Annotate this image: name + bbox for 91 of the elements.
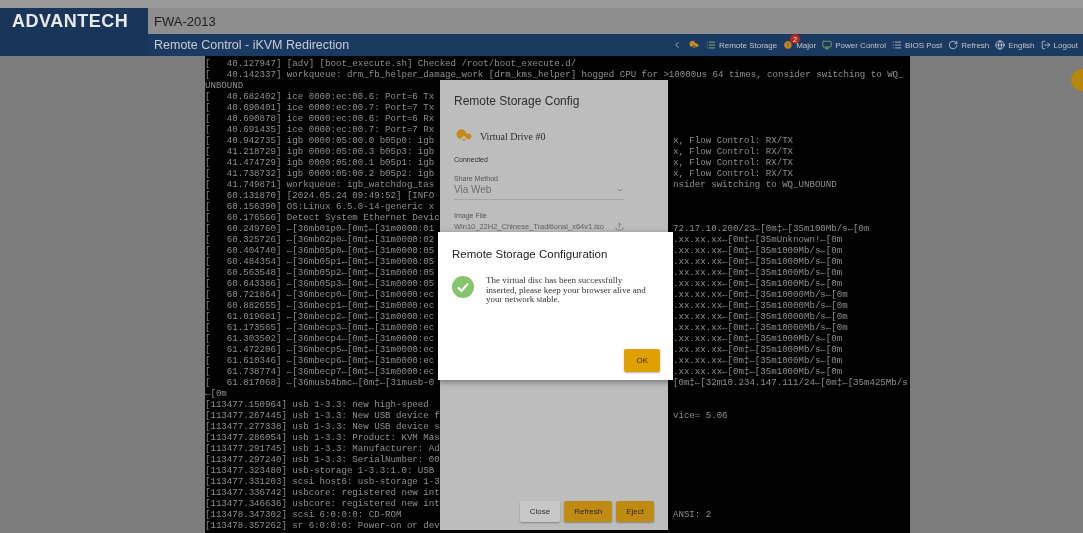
terminal-line: .xx.xx.xx←[0m‡←[35m1000Mb/s←[0m [673, 333, 844, 344]
terminal-line: 72.17.10.200/23←[0m‡←[35m100Mb/s←[0m [673, 223, 871, 234]
terminal-line: .xx.xx.xx←[0m‡←[35m1000Mb/s←[0m [673, 344, 844, 355]
terminal-line: [ 60.404740] ←[36mb05p0←[0m‡←[31m0000:05 [205, 245, 436, 256]
terminal-line: [113477.150964] usb 1-3.3: new high-speed [205, 399, 430, 410]
terminal-line: [ 60.131870] [2024.05.24 09:49:52] [INFO [205, 190, 436, 201]
globe-icon [995, 40, 1006, 50]
drive-name: Virtual Drive #0 [480, 130, 546, 142]
terminal-line: .xx.xx.xx←[0m‡←[35m1000Mb/s←[0m [673, 278, 844, 289]
terminal-line: ←[0m [205, 388, 228, 399]
terminal-line: vice= 5.06 [673, 410, 729, 421]
refresh-icon [948, 40, 959, 50]
terminal-line: [ 40.127947] [adv] [boot_execute.sh] Checked /root/boot_execute.d/ [205, 58, 578, 69]
alert-icon [783, 40, 794, 50]
terminal-line: [ 61.019681] ←[36mbecp2←[0m‡←[31m0000:ec [205, 311, 436, 322]
toolbar-item[interactable]: Power Control [819, 34, 889, 56]
terminal-line: .xx.xx.xx←[0m‡←[35m10000Mb/s←[0m [673, 322, 849, 333]
dialog-button[interactable]: Eject [616, 501, 654, 522]
toolbar-item[interactable]: Remote Storage [702, 34, 781, 56]
terminal-line: .xx.xx.xx←[0m‡←[35m10000Mb/s←[0m [673, 311, 849, 322]
terminal-line: .xx.xx.xx←[0m‡←[35m1000Mb/s←[0m [673, 355, 844, 366]
terminal-line: [113477.277338] usb 1-3.3: New USB device s [205, 421, 441, 432]
terminal-line: [ 40.690878] ice 0000:ec:00.6: Port=6 Rx [205, 113, 436, 124]
terminal-line: [ 61.817068] ←[36musb4bmc←[0m‡←[31musb-0 [205, 377, 436, 388]
terminal-line: .xx.xx.xx←[0m‡←[35m10000Mb/s←[0m [673, 300, 849, 311]
terminal-line: nsider switching to WQ_UNBOUND [673, 179, 838, 190]
terminal-line: [0m‡←[32m10.234.147.111/24←[0m‡←[35m425Mb/s [673, 377, 909, 388]
terminal-line: x, Flow Control: RX/TX [673, 168, 795, 179]
terminal-line: [113477.346636] usbcore: registered new int [205, 498, 441, 509]
terminal-line: [ 61.472206] ←[36mbecp5←[0m‡←[31m0000:ec [205, 344, 436, 355]
terminal-line: .xx.xx.xx←[0m‡←[35m1000Mb/s←[0m [673, 267, 844, 278]
terminal-line: [ 60.882655] ←[36mbecp1←[0m‡←[31m0000:ec [205, 300, 436, 311]
device-name: FWA-2013 [154, 13, 216, 29]
dialog-title: Remote Storage Config [454, 94, 581, 108]
terminal-line: [ 40.690401] ice 0000:ec:00.7: Port=7 Tx [205, 102, 436, 113]
toolbar-item[interactable]: English [992, 34, 1038, 56]
terminal-line: [ 40.682402] ice 0000:ec:00.6: Port=6 Tx [205, 91, 436, 102]
terminal-line: [ 61.303502] ←[36mbecp4←[0m‡←[31m0000:ec [205, 333, 436, 344]
terminal-line: .xx.xx.xx←[0m‡←[35m1000Mb/s←[0m [673, 366, 844, 377]
monitor-icon [822, 40, 833, 50]
terminal-line: x, Flow Control: RX/TX [673, 157, 795, 168]
list-icon [891, 40, 902, 50]
terminal-line: [113478.357262] sr 6:0:0:0: Power-on or dev [205, 520, 441, 531]
toolbar-item[interactable]: Logout [1037, 34, 1081, 56]
terminal-line: [113477.291745] usb 1-3.3: Manufacturer: Ad [205, 443, 441, 454]
terminal-line: [ 61.610346] ←[36mbecp6←[0m‡←[31m0000:ec [205, 355, 436, 366]
terminal-line: [113477.267445] usb 1-3.3: New USB device f [205, 410, 441, 421]
terminal-line: [ 41.749871] workqueue: igb_watchdog_tas [205, 179, 436, 190]
terminal-line: .xx.xx.xx←[0m‡←[35m10000Mb/s←[0m [673, 289, 849, 300]
terminal-line: .xx.xx.xx←[0m‡←[35mUnknown!←[0m [673, 234, 844, 245]
upload-icon [615, 222, 624, 231]
terminal-line: .xx.xx.xx←[0m‡←[35m1000Mb/s←[0m [673, 245, 844, 256]
dialog-button[interactable]: Refresh [564, 501, 613, 522]
terminal-line: [ 60.176566] Detect System Ethernet Devic [205, 212, 441, 223]
alert-message: The virtual disc has been successfully inserted, please keep your browser alive and your network stable. [486, 276, 646, 305]
terminal-line: .xx.xx.xx←[0m‡←[35m1000Mb/s←[0m [673, 256, 844, 267]
terminal-line: [ 40.142337] workqueue: drm_fb_helper_damage_work [drm_kms_helper] hogged CPU for >10000us 64 times, consider switching to WQ_ [205, 69, 905, 80]
logo: ADVANTECH [0, 8, 148, 56]
terminal-line: [113477.297240] usb 1-3.3: SerialNumber: 00 [205, 454, 441, 465]
terminal-line: [ 60.325726] ←[36mb02p0←[0m‡←[31m0000:02 [205, 234, 436, 245]
terminal-line: UNBOUND [205, 80, 245, 91]
terminal-line: x, Flow Control: RX/TX [673, 146, 795, 157]
terminal-line: [ 40.691435] ice 0000:ec:00.7: Port=7 Rx [205, 124, 436, 135]
terminal-line: [ 40.942735] igb 0000:05:00.0 b05p0: igb [205, 135, 436, 146]
list-icon [705, 40, 716, 50]
terminal-line: [ 61.738774] ←[36mbecp7←[0m‡←[31m0000:ec [205, 366, 436, 377]
terminal-line: [113477.336742] usbcore: registered new int [205, 487, 441, 498]
ok-button[interactable]: OK [624, 349, 660, 372]
terminal-line: [ 61.173565] ←[36mbecp3←[0m‡←[31m0000:ec [205, 322, 436, 333]
terminal-line: [ 60.249760] ←[36mb01p0←[0m‡←[31m0000:01 [205, 223, 436, 234]
terminal-line: [ 60.721864] ←[36mbecp0←[0m‡←[31m0000:ec [205, 289, 436, 300]
terminal-line: [113477.286054] usb 1-3.3: Product: KVM Mas [205, 432, 441, 443]
check-circle-icon [452, 276, 474, 298]
terminal-line: [113477.323480] usb-storage 1-3.3:1.0: USB [205, 465, 436, 476]
logout-icon [1040, 40, 1051, 50]
terminal-line: [ 60.563548] ←[36mb05p2←[0m‡←[31m0000:05 [205, 267, 436, 278]
terminal-line: [ 41.474729] igb 0000:05:00.1 b05p1: igb [205, 157, 436, 168]
terminal-line: [113477.331203] scsi host6: usb-storage 1-3 [205, 476, 441, 487]
terminal-line: [ 60.643386] ←[36mb05p3←[0m‡←[31m0000:05 [205, 278, 436, 289]
toolbar-item[interactable]: Refresh [945, 34, 993, 56]
dialog-button[interactable]: Close [519, 501, 561, 522]
toolbar-item[interactable]: BIOS Post [888, 34, 946, 56]
terminal-line: [ 41.218729] igb 0000:05:00.3 b05p3: igb [205, 146, 436, 157]
terminal-line: ANSI: 2 [673, 509, 713, 520]
terminal-line: [ 60.484354] ←[36mb05p1←[0m‡←[31m0000:05 [205, 256, 436, 267]
terminal-line: x, Flow Control: RX/TX [673, 135, 795, 146]
terminal-line: [ 41.738732] igb 0000:05:00.2 b05p2: igb [205, 168, 436, 179]
terminal-line: [ 60.156390] OS:Linux 6.5.0-14-generic x [205, 201, 436, 212]
page-title: Remote Control - iKVM Redirection [154, 38, 351, 52]
terminal-line: [113478.347302] scsi 6:0:0:0: CD-ROM [205, 509, 403, 520]
dialog-title: Remote Storage Configuration [452, 248, 609, 260]
